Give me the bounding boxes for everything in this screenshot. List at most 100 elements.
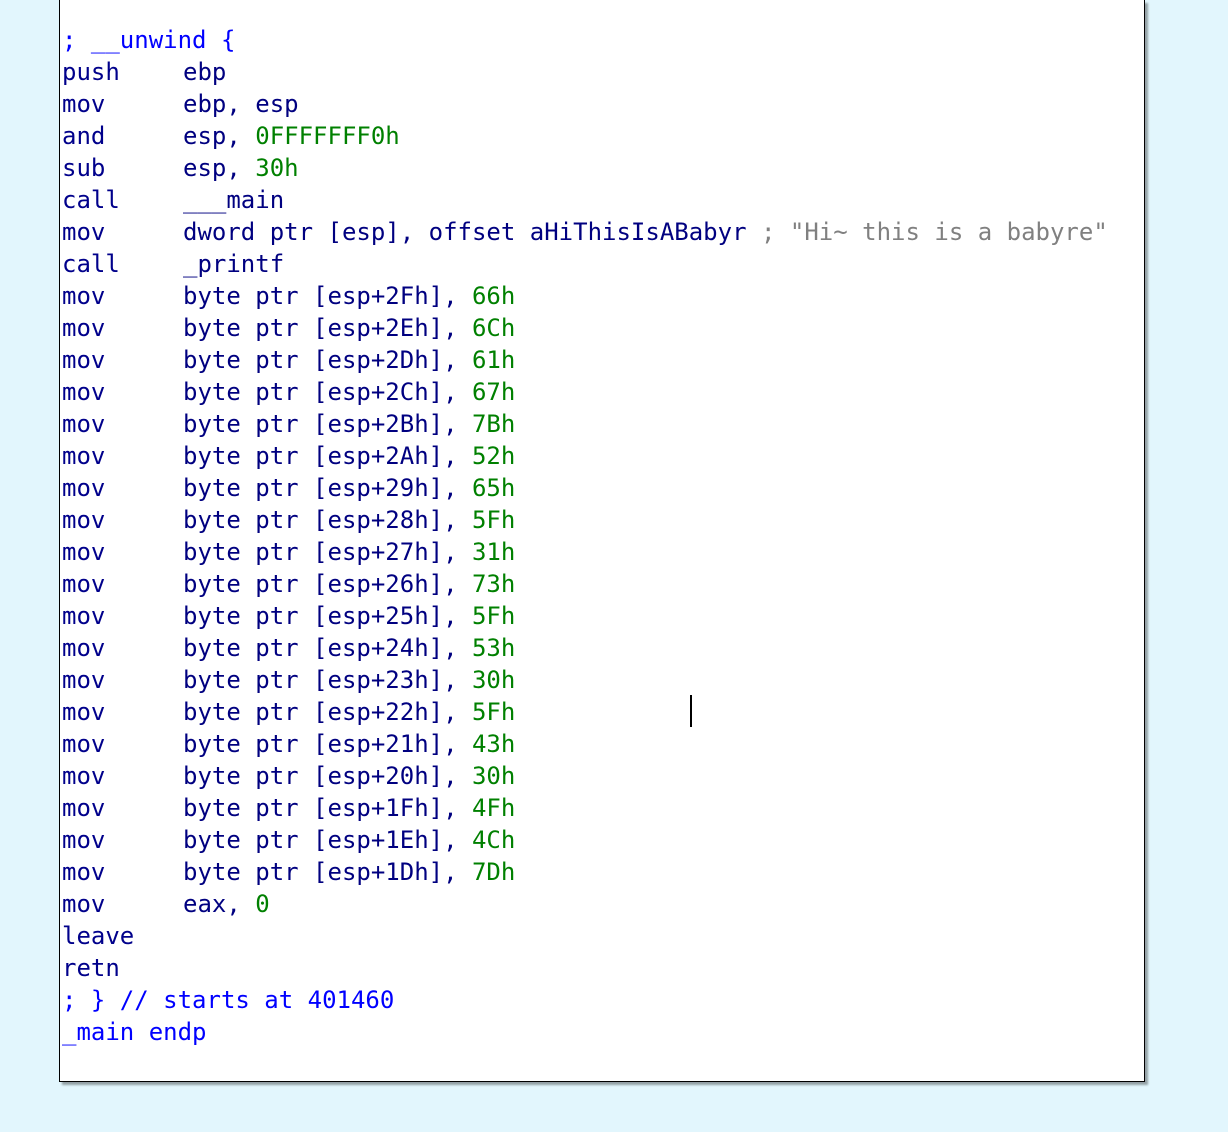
operand-memory[interactable]: byte ptr [esp+2Ah], [183, 442, 472, 470]
code-line-mov-byte[interactable]: mov byte ptr [esp+1Fh], 4Fh [62, 792, 1144, 824]
mnemonic[interactable]: mov [62, 792, 105, 824]
immediate-value[interactable]: 4Ch [472, 826, 515, 854]
operands[interactable]: byte ptr [esp+2Bh], 7Bh [183, 408, 515, 440]
immediate-value[interactable]: 7Bh [472, 410, 515, 438]
mnemonic[interactable]: mov [62, 824, 105, 856]
code-line-mov-byte[interactable]: mov byte ptr [esp+1Dh], 7Dh [62, 856, 1144, 888]
code-line-mov-string[interactable]: mov dword ptr [esp], offset aHiThisIsABa… [62, 216, 1144, 248]
mnemonic[interactable]: push [62, 56, 120, 88]
operands[interactable]: ebp [183, 56, 226, 88]
operands[interactable]: byte ptr [esp+1Fh], 4Fh [183, 792, 515, 824]
code-line-call-printf[interactable]: call _printf [62, 248, 1144, 280]
mnemonic[interactable]: leave [62, 920, 134, 952]
code-line-mov-byte[interactable]: mov byte ptr [esp+25h], 5Fh [62, 600, 1144, 632]
operands[interactable]: byte ptr [esp+26h], 73h [183, 568, 515, 600]
operands[interactable]: byte ptr [esp+27h], 31h [183, 536, 515, 568]
mnemonic[interactable]: retn [62, 952, 120, 984]
immediate-value[interactable]: 6Ch [472, 314, 515, 342]
mnemonic[interactable]: mov [62, 856, 105, 888]
mnemonic[interactable]: mov [62, 408, 105, 440]
code-line-mov-byte[interactable]: mov byte ptr [esp+2Fh], 66h [62, 280, 1144, 312]
operand-register[interactable]: ebp [183, 58, 226, 86]
immediate-value[interactable]: 0 [255, 890, 269, 918]
immediate-value[interactable]: 0FFFFFFF0h [255, 122, 400, 150]
code-line-unwind-start[interactable]: ; __unwind { [62, 24, 1144, 56]
operands[interactable]: byte ptr [esp+24h], 53h [183, 632, 515, 664]
operands[interactable]: byte ptr [esp+1Eh], 4Ch [183, 824, 515, 856]
code-line-mov-ebp[interactable]: mov ebp, esp [62, 88, 1144, 120]
code-line-mov-eax[interactable]: mov eax, 0 [62, 888, 1144, 920]
code-line-mov-byte[interactable]: mov byte ptr [esp+2Eh], 6Ch [62, 312, 1144, 344]
mnemonic[interactable]: mov [62, 344, 105, 376]
immediate-value[interactable]: 30h [472, 666, 515, 694]
operands[interactable]: byte ptr [esp+23h], 30h [183, 664, 515, 696]
call-target-symbol[interactable]: ___main [183, 186, 284, 214]
immediate-value[interactable]: 30h [255, 154, 298, 182]
operands[interactable]: byte ptr [esp+22h], 5Fh [183, 696, 515, 728]
mnemonic[interactable]: mov [62, 504, 105, 536]
operand-memory-offset[interactable]: dword ptr [esp], offset aHiThisIsABabyr [183, 218, 747, 246]
operand-memory[interactable]: byte ptr [esp+2Eh], [183, 314, 472, 342]
immediate-value[interactable]: 67h [472, 378, 515, 406]
code-line-mov-byte[interactable]: mov byte ptr [esp+2Bh], 7Bh [62, 408, 1144, 440]
code-line-mov-byte[interactable]: mov byte ptr [esp+26h], 73h [62, 568, 1144, 600]
code-line-mov-byte[interactable]: mov byte ptr [esp+1Eh], 4Ch [62, 824, 1144, 856]
operand-memory[interactable]: byte ptr [esp+23h], [183, 666, 472, 694]
operand-memory[interactable]: byte ptr [esp+1Fh], [183, 794, 472, 822]
mnemonic[interactable]: mov [62, 728, 105, 760]
operands[interactable]: byte ptr [esp+1Dh], 7Dh [183, 856, 515, 888]
mnemonic[interactable]: mov [62, 696, 105, 728]
operand-memory[interactable]: byte ptr [esp+20h], [183, 762, 472, 790]
immediate-value[interactable]: 66h [472, 282, 515, 310]
operand-memory[interactable]: byte ptr [esp+1Dh], [183, 858, 472, 886]
operands[interactable]: dword ptr [esp], offset aHiThisIsABabyr … [183, 216, 1108, 248]
code-line-mov-byte[interactable]: mov byte ptr [esp+29h], 65h [62, 472, 1144, 504]
operands[interactable]: byte ptr [esp+29h], 65h [183, 472, 515, 504]
operands[interactable]: byte ptr [esp+2Dh], 61h [183, 344, 515, 376]
operand-memory[interactable]: byte ptr [esp+2Ch], [183, 378, 472, 406]
mnemonic[interactable]: mov [62, 440, 105, 472]
immediate-value[interactable]: 52h [472, 442, 515, 470]
operands[interactable]: byte ptr [esp+28h], 5Fh [183, 504, 515, 536]
operand-memory[interactable]: byte ptr [esp+2Dh], [183, 346, 472, 374]
code-line-leave[interactable]: leave [62, 920, 1144, 952]
mnemonic[interactable]: mov [62, 472, 105, 504]
immediate-value[interactable]: 61h [472, 346, 515, 374]
operand-memory[interactable]: byte ptr [esp+29h], [183, 474, 472, 502]
immediate-value[interactable]: 7Dh [472, 858, 515, 886]
operands[interactable]: byte ptr [esp+2Fh], 66h [183, 280, 515, 312]
mnemonic[interactable]: mov [62, 88, 105, 120]
code-line-push[interactable]: push ebp [62, 56, 1144, 88]
immediate-value[interactable]: 53h [472, 634, 515, 662]
operands[interactable]: byte ptr [esp+20h], 30h [183, 760, 515, 792]
operands[interactable]: byte ptr [esp+2Eh], 6Ch [183, 312, 515, 344]
code-line-mov-byte[interactable]: mov byte ptr [esp+27h], 31h [62, 536, 1144, 568]
call-target-symbol[interactable]: _printf [183, 250, 284, 278]
mnemonic[interactable]: mov [62, 216, 105, 248]
operands[interactable]: esp, 0FFFFFFF0h [183, 120, 400, 152]
code-line-mov-byte[interactable]: mov byte ptr [esp+2Ah], 52h [62, 440, 1144, 472]
operand-registers[interactable]: ebp, esp [183, 90, 299, 118]
operand-memory[interactable]: byte ptr [esp+22h], [183, 698, 472, 726]
code-line-mov-byte[interactable]: mov byte ptr [esp+2Dh], 61h [62, 344, 1144, 376]
immediate-value[interactable]: 5Fh [472, 602, 515, 630]
operands[interactable]: byte ptr [esp+2Ah], 52h [183, 440, 515, 472]
operand-register[interactable]: esp, [183, 154, 255, 182]
operand-memory[interactable]: byte ptr [esp+27h], [183, 538, 472, 566]
operand-memory[interactable]: byte ptr [esp+28h], [183, 506, 472, 534]
operand-memory[interactable]: byte ptr [esp+2Fh], [183, 282, 472, 310]
operands[interactable]: ebp, esp [183, 88, 299, 120]
immediate-value[interactable]: 30h [472, 762, 515, 790]
mnemonic[interactable]: sub [62, 152, 105, 184]
operand-memory[interactable]: byte ptr [esp+21h], [183, 730, 472, 758]
code-line-mov-byte[interactable]: mov byte ptr [esp+20h], 30h [62, 760, 1144, 792]
code-line-retn[interactable]: retn [62, 952, 1144, 984]
operands[interactable]: ___main [183, 184, 284, 216]
code-line-mov-byte[interactable]: mov byte ptr [esp+24h], 53h [62, 632, 1144, 664]
immediate-value[interactable]: 43h [472, 730, 515, 758]
operand-memory[interactable]: byte ptr [esp+1Eh], [183, 826, 472, 854]
immediate-value[interactable]: 31h [472, 538, 515, 566]
operands[interactable]: _printf [183, 248, 284, 280]
code-line-mov-byte[interactable]: mov byte ptr [esp+22h], 5Fh [62, 696, 1144, 728]
code-line-sub[interactable]: sub esp, 30h [62, 152, 1144, 184]
